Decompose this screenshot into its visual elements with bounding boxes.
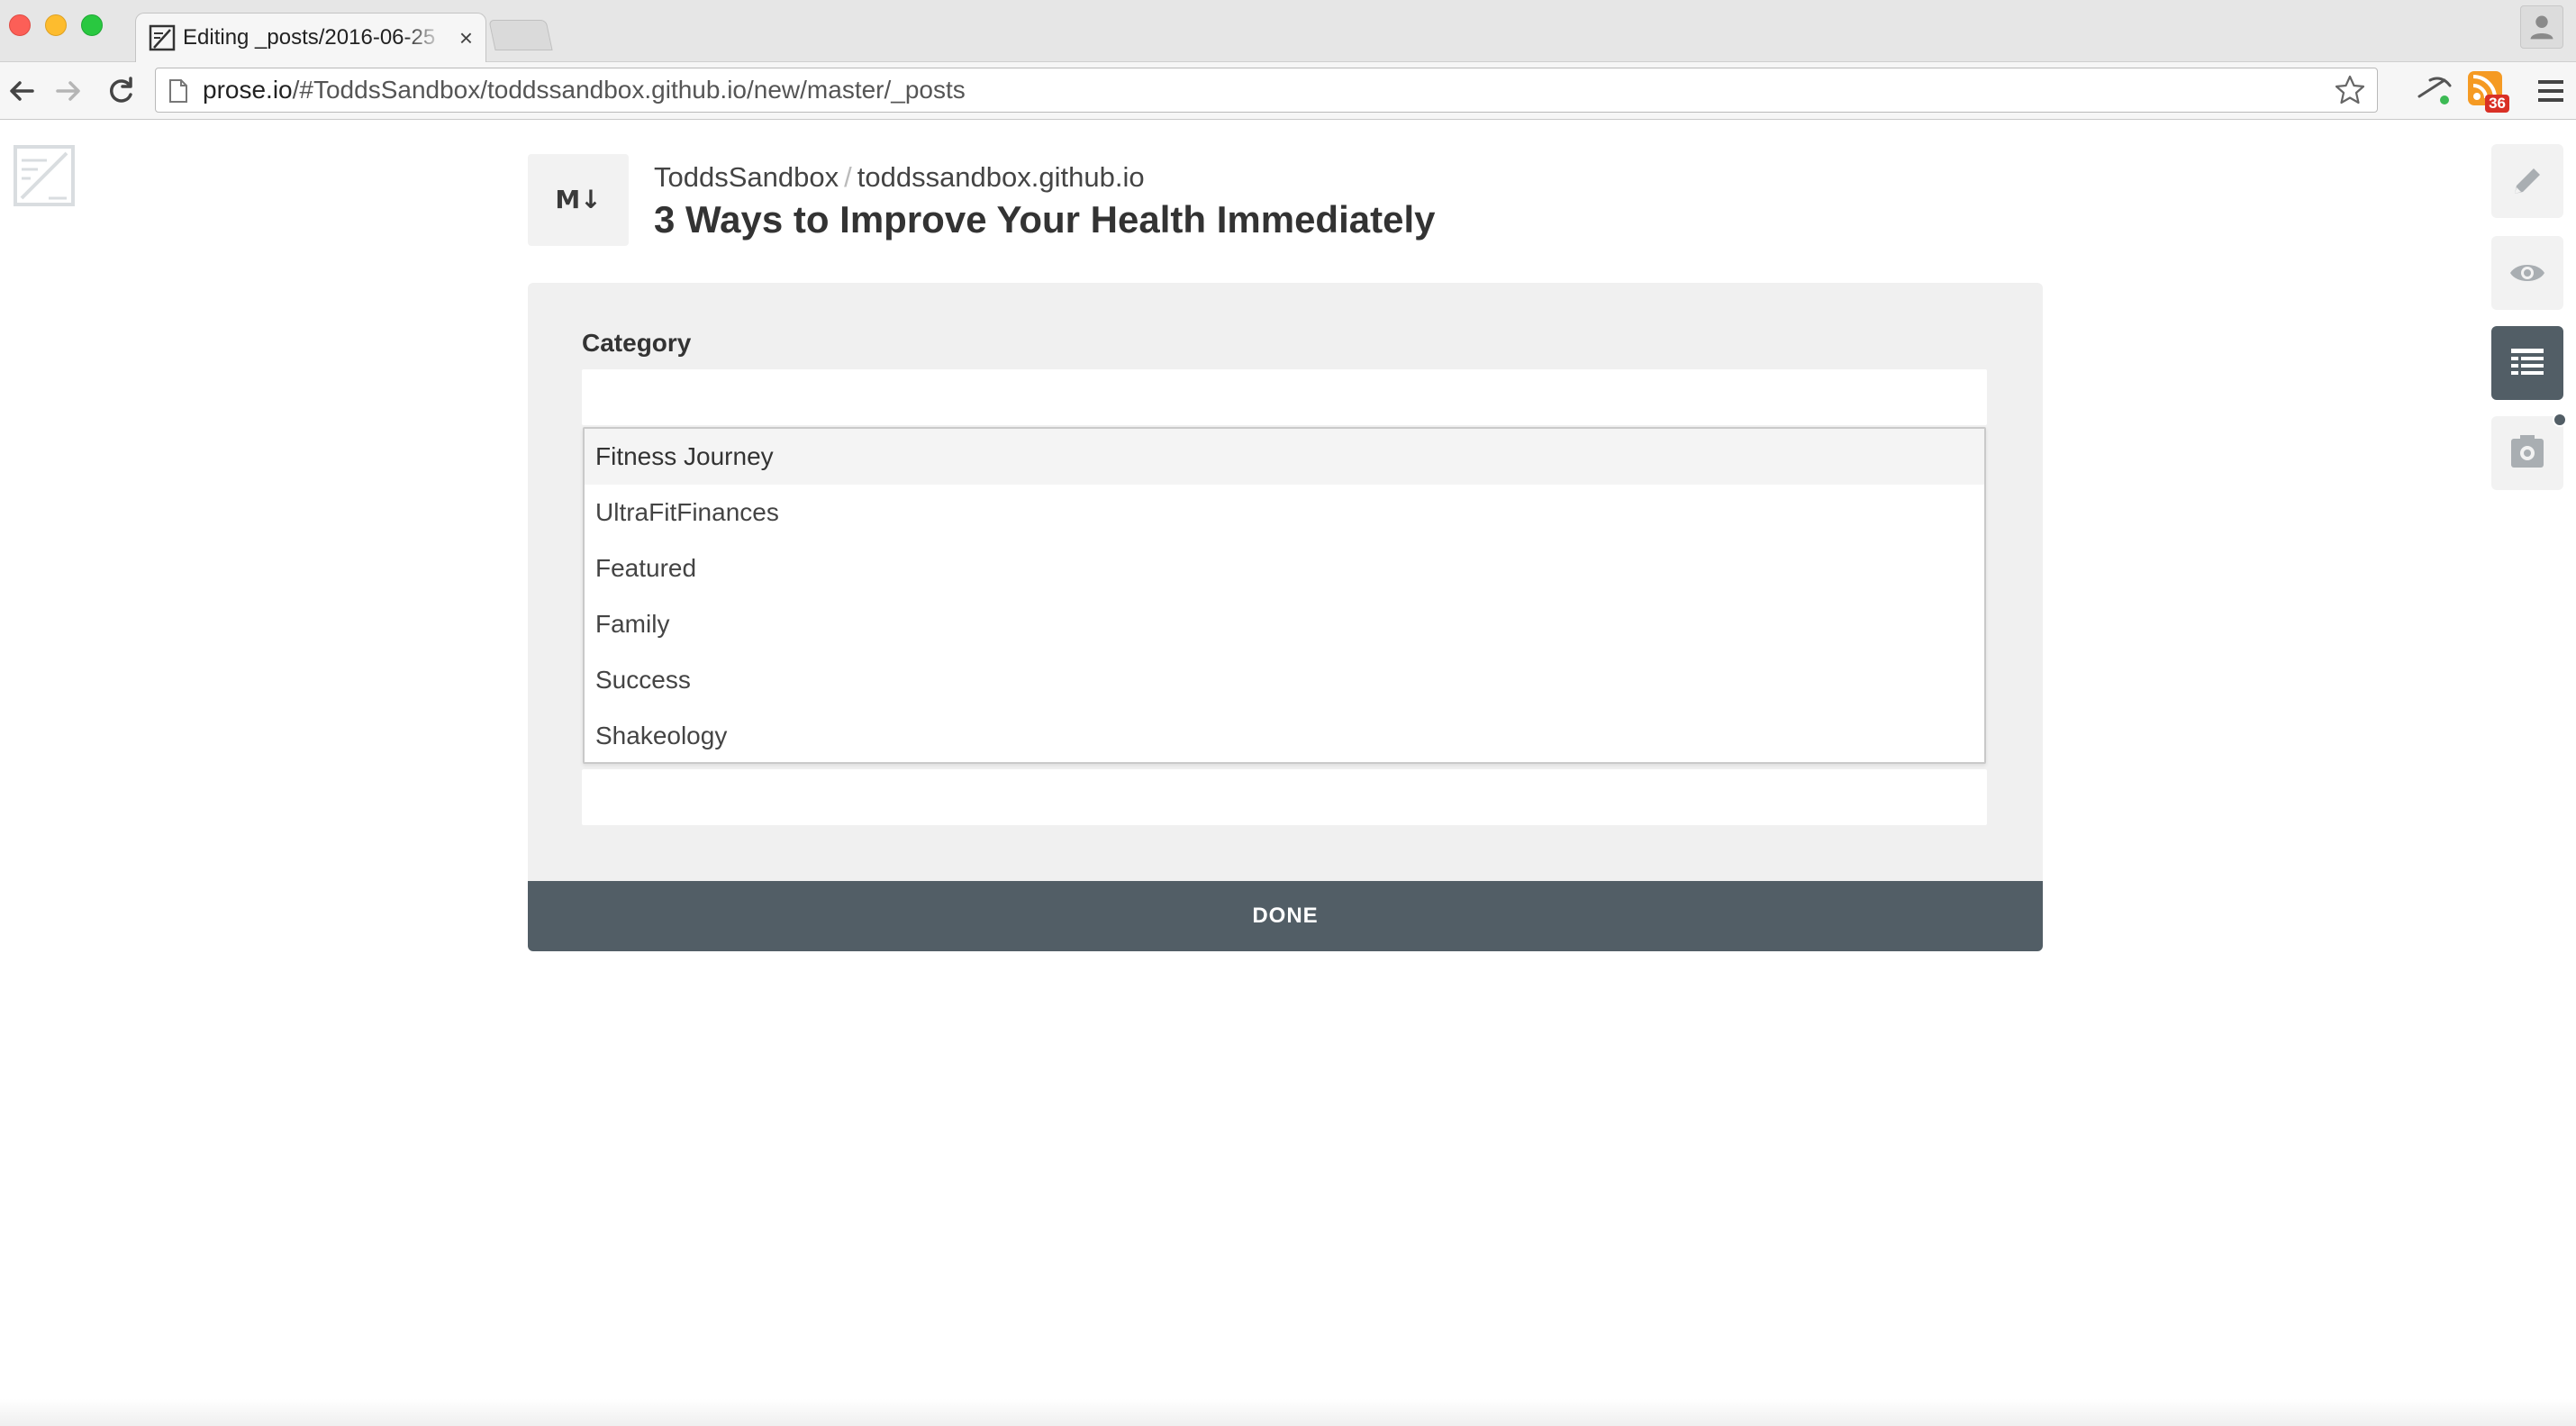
address-bar[interactable]: prose.io/#ToddsSandbox/toddssandbox.gith…: [155, 68, 2378, 113]
rss-count-badge: 36: [2485, 95, 2509, 113]
minimize-window-button[interactable]: [45, 14, 67, 36]
media-button[interactable]: [2491, 413, 2567, 490]
url-text: prose.io/#ToddsSandbox/toddssandbox.gith…: [203, 68, 966, 112]
breadcrumb-separator: /: [844, 161, 852, 193]
category-option-ultrafitfinances[interactable]: UltraFitFinances: [585, 485, 1984, 540]
prose-favicon-icon: [149, 24, 176, 51]
camera-icon: [2511, 435, 2544, 468]
breadcrumb-repo[interactable]: toddssandbox.github.io: [857, 161, 1145, 193]
browser-toolbar: prose.io/#ToddsSandbox/toddssandbox.gith…: [0, 62, 2576, 120]
media-notification-dot: [2553, 413, 2567, 427]
bookmark-star-icon[interactable]: [2334, 74, 2366, 106]
category-option-shakeology[interactable]: Shakeology: [585, 708, 1984, 764]
rss-extension-button[interactable]: 36: [2466, 69, 2509, 113]
done-button[interactable]: DONE: [528, 881, 2043, 951]
close-window-button[interactable]: [9, 14, 31, 36]
person-icon: [2530, 15, 2553, 40]
post-title[interactable]: 3 Ways to Improve Your Health Immediatel…: [654, 196, 1435, 243]
metadata-button[interactable]: [2491, 326, 2563, 400]
category-label: Category: [582, 329, 692, 357]
category-option-family[interactable]: Family: [585, 596, 1984, 652]
category-input[interactable]: [582, 369, 1987, 425]
tab-title: Editing _posts/2016-06-25: [183, 25, 436, 50]
markdown-mark: M↓: [555, 185, 602, 214]
new-tab-button[interactable]: [488, 20, 553, 50]
preview-button[interactable]: [2491, 236, 2563, 310]
browser-menu-icon[interactable]: [2533, 73, 2569, 109]
eye-icon: [2510, 265, 2544, 281]
pencil-icon: [2515, 168, 2540, 194]
extension-pick-icon[interactable]: [2414, 69, 2455, 111]
browser-tab-active[interactable]: Editing _posts/2016-06-25 ×: [135, 13, 486, 63]
metadata-field-input[interactable]: [582, 769, 1987, 825]
tab-close-icon[interactable]: ×: [459, 23, 473, 53]
metadata-panel: Category Fitness Journey UltraFitFinance…: [528, 283, 2043, 881]
category-option-success[interactable]: Success: [585, 652, 1984, 708]
prose-logo-icon[interactable]: [13, 144, 76, 207]
back-arrow-icon[interactable]: [4, 73, 40, 109]
maximize-window-button[interactable]: [81, 14, 103, 36]
forward-arrow-icon[interactable]: [50, 73, 86, 109]
bottom-shadow: [0, 1399, 2576, 1426]
list-icon: [2511, 349, 2544, 375]
category-dropdown: Fitness Journey UltraFitFinances Feature…: [583, 427, 1986, 764]
url-host: prose.io: [203, 76, 293, 104]
markdown-file-icon: M↓: [528, 154, 629, 246]
profile-button[interactable]: [2520, 5, 2563, 49]
breadcrumb-owner[interactable]: ToddsSandbox: [654, 161, 839, 193]
url-path: /#ToddsSandbox/toddssandbox.github.io/ne…: [292, 76, 966, 104]
breadcrumb: ToddsSandbox / toddssandbox.github.io: [654, 160, 1145, 195]
page-icon: [169, 79, 187, 103]
edit-button[interactable]: [2491, 144, 2563, 218]
category-option-fitness-journey[interactable]: Fitness Journey: [585, 429, 1984, 485]
browser-titlebar: Editing _posts/2016-06-25 ×: [0, 0, 2576, 63]
category-option-featured[interactable]: Featured: [585, 540, 1984, 596]
reload-icon[interactable]: [103, 73, 139, 109]
